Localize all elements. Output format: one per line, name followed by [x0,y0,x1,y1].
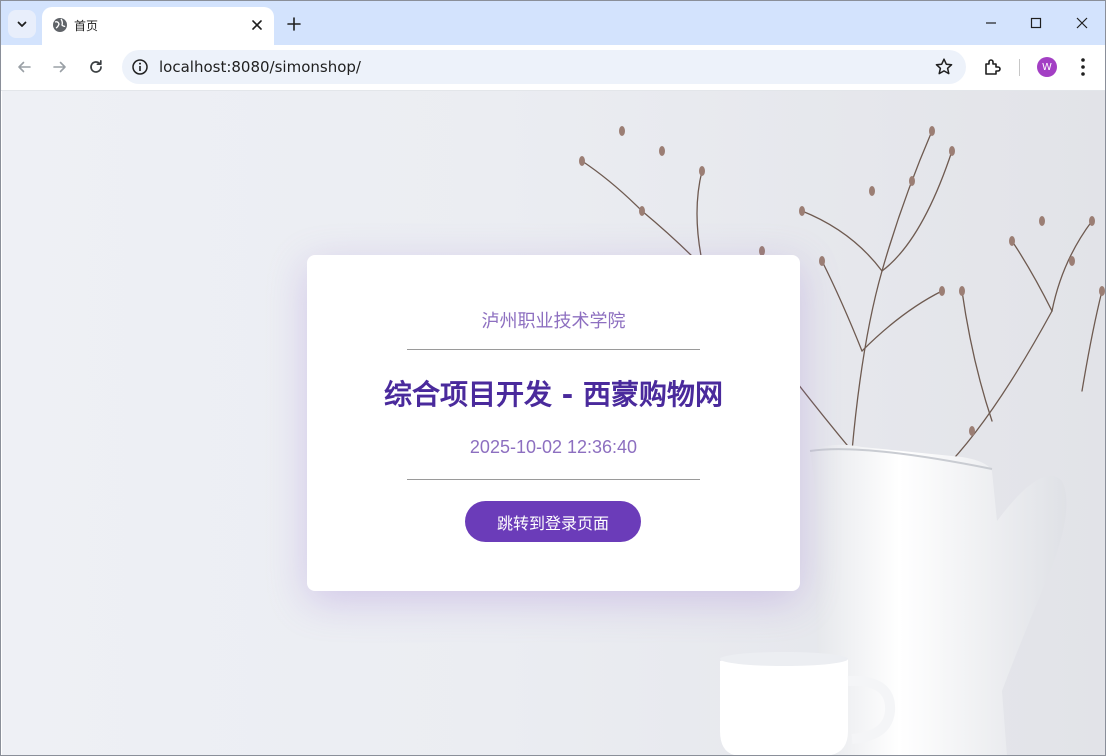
browser-toolbar: localhost:8080/simonshop/ W [1,45,1105,91]
plus-icon [287,17,301,31]
maximize-icon [1030,17,1042,29]
tab-strip: 首页 [1,1,1105,45]
tab-home[interactable]: 首页 [42,7,274,45]
url-text[interactable]: localhost:8080/simonshop/ [159,58,361,76]
welcome-card: 泸州职业技术学院 综合项目开发 - 西蒙购物网 2025-10-02 12:36… [307,255,800,591]
chevron-down-icon [17,21,27,27]
more-vert-icon[interactable] [1073,56,1093,78]
toolbar-divider [1019,59,1020,76]
maximize-button[interactable] [1021,9,1051,37]
globe-icon [53,18,67,32]
arrow-left-icon [18,61,31,73]
forward-button[interactable] [46,53,74,81]
close-window-button[interactable] [1067,9,1097,37]
browser-window: 首页 localhost:8080/simonshop/ W 泸州职业技术学院 … [0,0,1106,756]
bookmark-star-icon[interactable] [934,57,954,77]
reload-icon [90,59,102,73]
new-tab-button[interactable] [282,12,306,36]
goto-login-button[interactable]: 跳转到登录页面 [465,501,641,542]
minimize-icon [986,22,996,24]
address-bar[interactable]: localhost:8080/simonshop/ [122,50,966,84]
profile-avatar[interactable]: W [1037,57,1057,77]
school-name: 泸州职业技术学院 [481,311,626,332]
back-button[interactable] [10,53,38,81]
close-icon [252,20,262,30]
extensions-puzzle-icon[interactable] [982,56,1004,78]
profile-initial: W [1042,61,1052,73]
divider-top [407,349,700,350]
minimize-button[interactable] [976,9,1006,37]
arrow-right-icon [53,61,66,73]
current-datetime: 2025-10-02 12:36:40 [469,437,638,457]
close-icon [1076,17,1088,29]
tab-close-button[interactable] [248,16,266,34]
page-viewport: 泸州职业技术学院 综合项目开发 - 西蒙购物网 2025-10-02 12:36… [2,91,1105,755]
tab-search-button[interactable] [8,10,36,38]
tab-title: 首页 [74,19,99,33]
divider-bottom [407,479,700,480]
course-title: 综合项目开发 - 西蒙购物网 [383,378,724,411]
reload-button[interactable] [82,53,110,81]
info-icon[interactable] [131,58,149,76]
